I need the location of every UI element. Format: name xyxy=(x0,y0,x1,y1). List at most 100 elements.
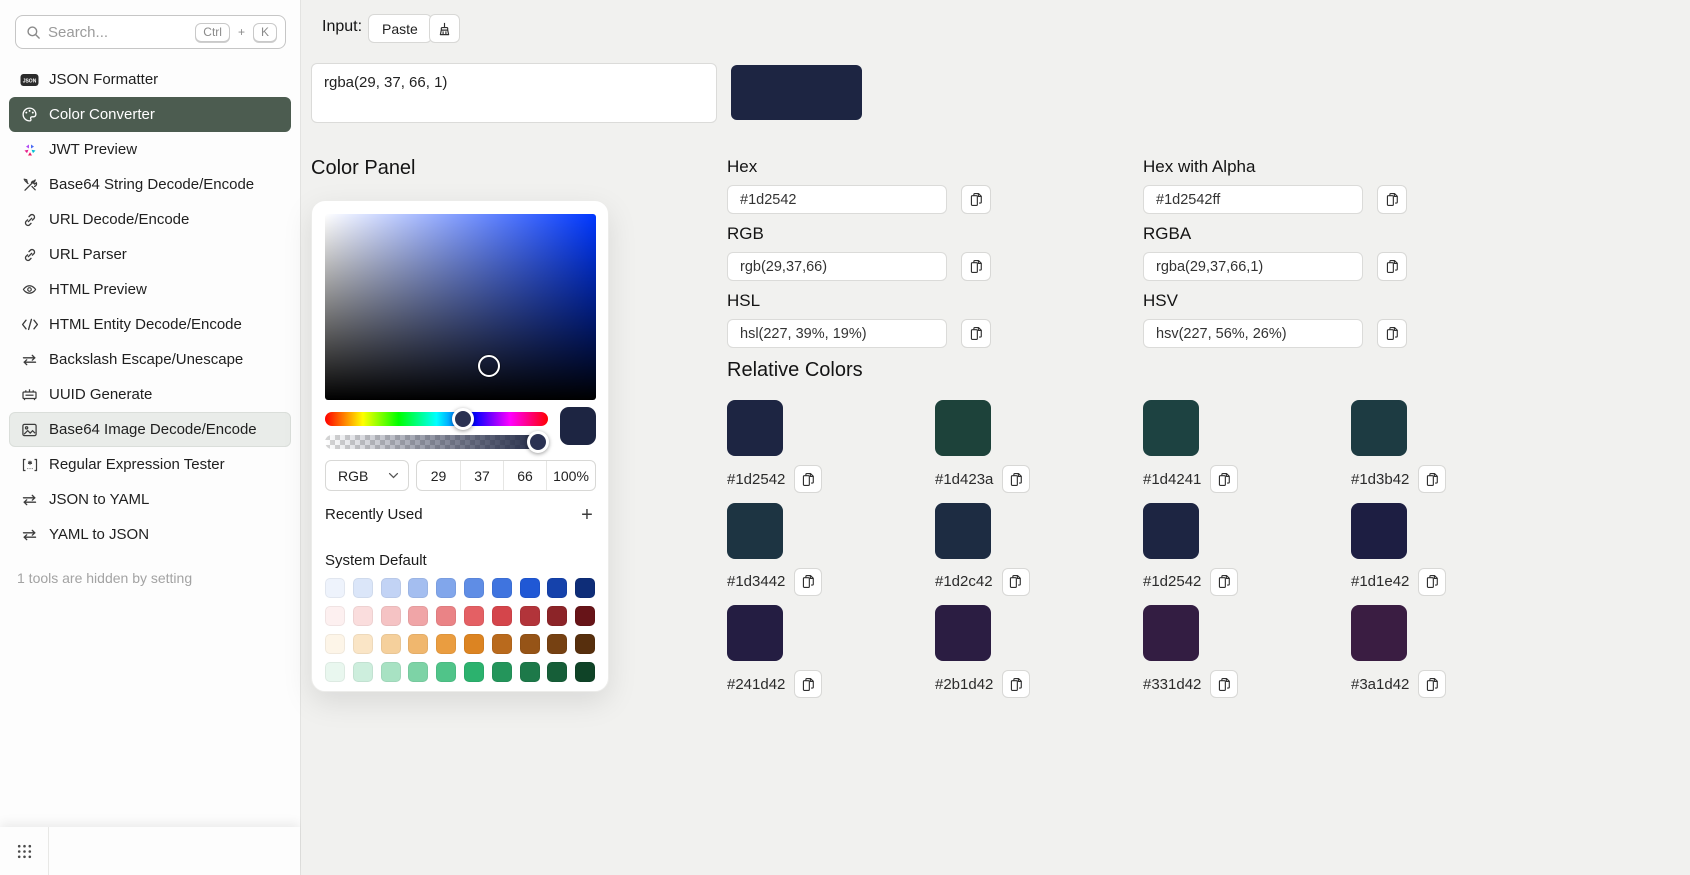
sidebar-item-url-decode[interactable]: URL Decode/Encode xyxy=(9,202,291,237)
green-channel-input[interactable]: 37 xyxy=(460,461,503,490)
palette-swatch[interactable] xyxy=(575,662,596,682)
sidebar-item-url-parser[interactable]: URL Parser xyxy=(9,237,291,272)
palette-swatch[interactable] xyxy=(491,662,512,682)
palette-swatch[interactable] xyxy=(380,634,401,654)
format-select[interactable]: RGB xyxy=(325,460,409,491)
palette-swatch[interactable] xyxy=(575,578,596,598)
copy-button[interactable] xyxy=(1418,465,1447,493)
color-input[interactable]: rgba(29, 37, 66, 1) xyxy=(311,63,717,123)
alpha-slider[interactable] xyxy=(325,435,548,449)
conversion-value-input[interactable]: #1d2542ff xyxy=(1143,185,1363,214)
palette-swatch[interactable] xyxy=(463,578,484,598)
hue-slider-thumb[interactable] xyxy=(452,408,474,430)
palette-swatch[interactable] xyxy=(436,606,457,626)
palette-swatch[interactable] xyxy=(352,634,373,654)
conversion-value-input[interactable]: rgba(29,37,66,1) xyxy=(1143,252,1363,281)
palette-swatch[interactable] xyxy=(547,662,568,682)
copy-button[interactable] xyxy=(794,670,823,698)
copy-button[interactable] xyxy=(1418,670,1447,698)
search-input[interactable] xyxy=(48,23,189,41)
sidebar-item-yaml-to-json[interactable]: YAML to JSON xyxy=(9,517,291,552)
copy-button[interactable] xyxy=(1001,567,1030,596)
palette-swatch[interactable] xyxy=(491,606,512,626)
palette-swatch[interactable] xyxy=(436,634,457,654)
palette-swatch[interactable] xyxy=(519,662,540,682)
palette-swatch[interactable] xyxy=(408,606,429,626)
sidebar-item-color-converter[interactable]: Color Converter xyxy=(9,97,291,132)
copy-button[interactable] xyxy=(1210,670,1239,698)
copy-button[interactable] xyxy=(1418,567,1447,596)
copy-button[interactable] xyxy=(1210,567,1239,596)
palette-swatch[interactable] xyxy=(519,634,540,654)
palette-swatch[interactable] xyxy=(547,606,568,626)
palette-swatch[interactable] xyxy=(408,634,429,654)
sidebar-item-regex-tester[interactable]: Regular Expression Tester xyxy=(9,447,291,482)
palette-swatch[interactable] xyxy=(352,662,373,682)
palette-swatch[interactable] xyxy=(352,578,373,598)
sidebar-item-json-formatter[interactable]: JSON JSON Formatter xyxy=(9,62,291,97)
palette-swatch[interactable] xyxy=(325,606,345,626)
alpha-channel-input[interactable]: 100% xyxy=(546,461,595,490)
palette-swatch[interactable] xyxy=(463,634,484,654)
palette-swatch[interactable] xyxy=(325,662,345,682)
copy-button[interactable] xyxy=(794,567,823,596)
blue-channel-input[interactable]: 66 xyxy=(503,461,546,490)
copy-button[interactable] xyxy=(1210,465,1239,493)
palette-swatch[interactable] xyxy=(408,662,429,682)
palette-swatch[interactable] xyxy=(547,634,568,654)
sidebar-item-jwt-preview[interactable]: JWT Preview xyxy=(9,132,291,167)
palette-swatch[interactable] xyxy=(352,606,373,626)
search-box[interactable]: Ctrl + K xyxy=(15,15,286,49)
saturation-value-area[interactable] xyxy=(325,214,596,400)
palette-swatch[interactable] xyxy=(436,662,457,682)
copy-button[interactable] xyxy=(1002,465,1031,493)
sidebar-item-uuid-generate[interactable]: UUID Generate xyxy=(9,377,291,412)
channel-inputs: 29 37 66 100% xyxy=(416,460,596,491)
palette-swatch[interactable] xyxy=(519,606,540,626)
palette-swatch[interactable] xyxy=(380,578,401,598)
copy-button[interactable] xyxy=(961,252,991,281)
copy-button[interactable] xyxy=(1377,252,1407,281)
image-icon xyxy=(20,421,39,438)
copy-button[interactable] xyxy=(961,185,991,214)
sidebar-item-base64-image[interactable]: Base64 Image Decode/Encode xyxy=(9,412,291,447)
palette-swatch[interactable] xyxy=(463,606,484,626)
copy-button[interactable] xyxy=(1377,185,1407,214)
uuid-icon xyxy=(20,386,39,403)
sidebar-item-base64-string[interactable]: Base64 String Decode/Encode xyxy=(9,167,291,202)
hue-slider[interactable] xyxy=(325,412,548,426)
palette-swatch[interactable] xyxy=(325,634,345,654)
sidebar-item-html-preview[interactable]: HTML Preview xyxy=(9,272,291,307)
palette-swatch[interactable] xyxy=(575,606,596,626)
apps-grid-button[interactable] xyxy=(0,827,49,875)
palette-swatch[interactable] xyxy=(491,634,512,654)
sidebar-item-html-entity[interactable]: HTML Entity Decode/Encode xyxy=(9,307,291,342)
palette-swatch[interactable] xyxy=(436,578,457,598)
palette-swatch[interactable] xyxy=(325,578,345,598)
palette-swatch[interactable] xyxy=(547,578,568,598)
paste-button[interactable]: Paste xyxy=(368,14,432,43)
palette-swatch[interactable] xyxy=(463,662,484,682)
palette-swatch[interactable] xyxy=(380,606,401,626)
alpha-slider-thumb[interactable] xyxy=(527,431,549,453)
copy-button[interactable] xyxy=(1002,670,1031,698)
palette-swatch[interactable] xyxy=(575,634,596,654)
copy-button[interactable] xyxy=(794,465,823,493)
palette-swatch[interactable] xyxy=(491,578,512,598)
red-channel-input[interactable]: 29 xyxy=(417,461,460,490)
shortcut-joiner: + xyxy=(237,25,245,39)
conversion-value-input[interactable]: rgb(29,37,66) xyxy=(727,252,947,281)
copy-button[interactable] xyxy=(1377,319,1407,348)
add-recent-color-button[interactable]: + xyxy=(574,502,600,528)
conversion-value-input[interactable]: hsl(227, 39%, 19%) xyxy=(727,319,947,348)
clear-button[interactable] xyxy=(429,14,460,43)
palette-swatch[interactable] xyxy=(380,662,401,682)
conversion-value-input[interactable]: #1d2542 xyxy=(727,185,947,214)
conversion-value-input[interactable]: hsv(227, 56%, 26%) xyxy=(1143,319,1363,348)
palette-swatch[interactable] xyxy=(519,578,540,598)
copy-button[interactable] xyxy=(961,319,991,348)
sidebar-item-json-to-yaml[interactable]: JSON to YAML xyxy=(9,482,291,517)
sv-cursor[interactable] xyxy=(478,355,500,377)
palette-swatch[interactable] xyxy=(408,578,429,598)
sidebar-item-backslash-escape[interactable]: Backslash Escape/Unescape xyxy=(9,342,291,377)
